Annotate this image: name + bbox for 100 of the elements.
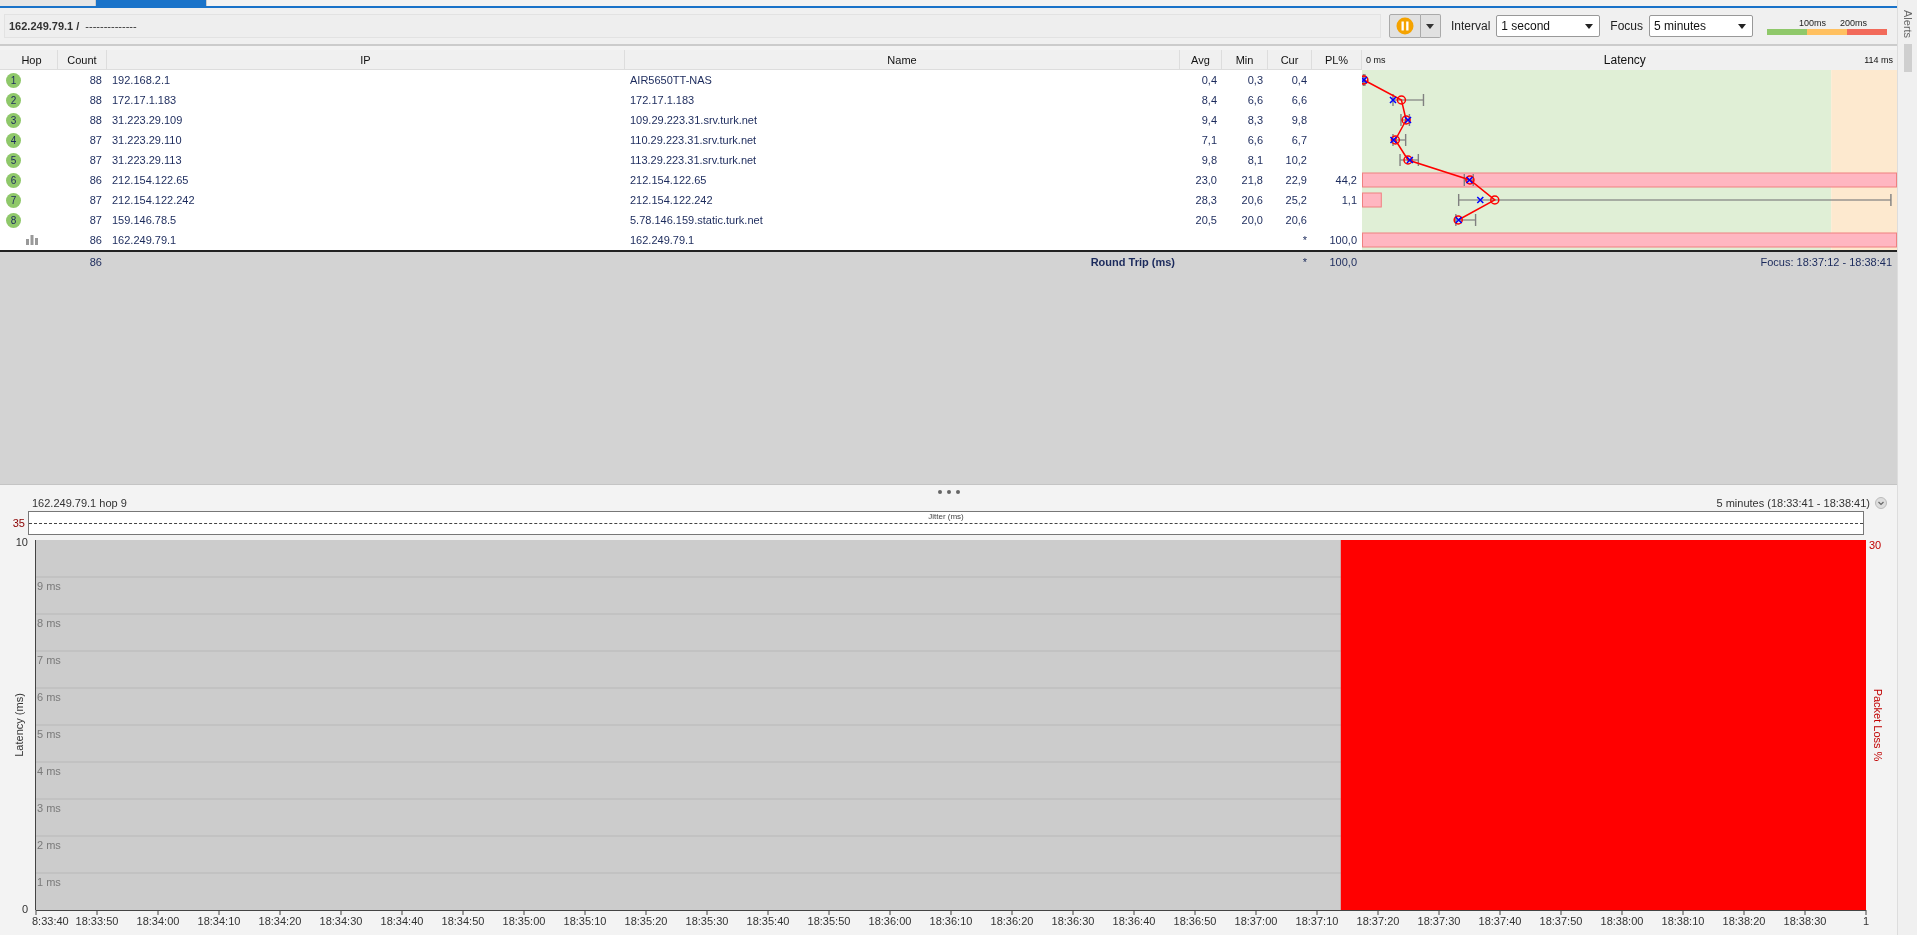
grip-icon[interactable] [937,490,960,494]
caret-icon [1426,23,1435,29]
range-line [1464,179,1474,181]
table-cell: 28,3 [1195,194,1217,206]
table-cell-text: 113.29.223.31.srv.turk.net [629,154,758,166]
table-cell-text: 31.223.29.113 [111,154,183,166]
detail-title: 162.249.79.1 hop 9 [32,497,127,509]
axis-label: 2 ms [37,839,61,851]
table-cell-text: 212.154.122.242 [629,194,714,206]
table-cell: 1,1 [1341,194,1357,206]
host-label: 162.249.79.1 / [9,20,80,32]
table-cell: 10,2 [1285,154,1307,166]
axis-label: 8 ms [37,617,61,629]
hop-badge: 7 [6,192,21,208]
axis-label: 18:34:10 [197,915,241,927]
table-cell-text: 88 [88,114,103,126]
column-header[interactable]: IP [107,50,625,69]
axis-label: 18:36:20 [990,915,1034,927]
axis-label: 18:35:20 [624,915,668,927]
axis-label: 18:34:50 [441,915,485,927]
table-cell-text: 86 [88,234,103,246]
hop-badge: 2 [6,92,21,108]
axis-label: 18:36:30 [1051,915,1095,927]
table-cell-text: 88 [88,74,103,86]
axis-label: 30 [1869,539,1882,551]
column-header[interactable]: Count [58,50,107,69]
focus-select[interactable]: 5 minutes [1649,15,1753,37]
table-cell-text: 162.249.79.1 [629,234,696,246]
column-header[interactable]: Hop [0,50,58,69]
axis-label: 18:38:10 [1661,915,1705,927]
table-cell: 21,8 [1241,174,1263,186]
table-cell: 9,8 [1201,154,1217,166]
table-cell: 9,4 [1201,114,1217,126]
table-cell: 20,6 [1285,214,1307,226]
table-cell: 22,9 [1285,174,1307,186]
column-header[interactable]: Cur [1268,50,1312,69]
axis-label: 18:37:40 [1478,915,1522,927]
table-cell: 100,0 [1329,234,1357,246]
table-cell: 6,6 [1247,94,1263,106]
axis-label: 18:36:50 [1173,915,1217,927]
column-header[interactable]: Min [1222,50,1268,69]
table-cell-text: 88 [88,94,103,106]
table-cell: 20,5 [1195,214,1217,226]
axis-title: Latency (ms) [13,693,25,757]
table-cell-text: AIR5650TT-NAS [629,74,713,86]
axis-label: 18:34:30 [319,915,363,927]
axis-label: 18:38:20 [1722,915,1766,927]
table-cell-text: 212.154.122.65 [111,174,190,186]
axis-label: 18:34:40 [380,915,424,927]
axis-label: 18:36:00 [868,915,912,927]
axis-label: 18:35:40 [746,915,790,927]
table-cell-text: 159.146.78.5 [111,214,178,226]
axis-label: 7 ms [37,654,61,666]
axis-label: 18:36:40 [1112,915,1156,927]
hop-badge: 3 [6,112,21,128]
axis-label: 18:33:50 [75,915,119,927]
table-cell-text: 31.223.29.109 [111,114,184,126]
table-cell: 8,3 [1247,114,1263,126]
column-header[interactable]: Avg [1180,50,1222,69]
table-cell-text: 162.249.79.1 [111,234,178,246]
bar-chart-icon[interactable] [26,235,38,245]
table-cell: 9,8 [1291,114,1307,126]
axis-label: 18:35:00 [502,915,546,927]
axis-label: 18:37:50 [1539,915,1583,927]
scrollbar-thumb[interactable] [1903,44,1912,73]
table-cell: 0,4 [1291,74,1307,86]
axis-label: 18:37:10 [1295,915,1339,927]
table-cell-text: 172.17.1.183 [629,94,696,106]
dropdown-icon[interactable] [1875,497,1887,509]
time-range: 5 minutes (18:33:41 - 18:38:41) [1716,497,1870,509]
hop-badge: 4 [6,132,21,148]
table-cell: 6,7 [1291,134,1307,146]
range-line [1393,99,1424,101]
hop-badge: 5 [6,152,21,168]
legend-label: 100ms [1799,17,1826,28]
alerts-tab[interactable]: Alerts [1901,10,1914,39]
hop-badge: 1 [6,72,21,88]
column-header[interactable]: Latency [1603,53,1646,67]
table-cell-text: 87 [88,154,103,166]
dropdown-button[interactable] [1420,14,1441,38]
table-cell-text: 172.17.1.183 [111,94,178,106]
table-cell: * [1302,234,1307,246]
axis-label: 18:34:20 [258,915,302,927]
caret-icon [1585,23,1594,29]
axis-label: 18:37:30 [1417,915,1461,927]
scale-label: 114 ms [1864,55,1893,65]
axis-label: 8:33:40 [32,915,69,927]
axis-label: 4 ms [37,765,61,777]
column-header[interactable]: Name [625,50,1180,69]
scale-label: 0 ms [1366,55,1386,65]
table-cell-text: 5.78.146.159.static.turk.net [629,214,764,226]
hop-badge: 6 [6,172,21,188]
interval-select[interactable]: 1 second [1496,15,1601,37]
path-label: -------------- [85,20,137,32]
table-cell-text: 109.29.223.31.srv.turk.net [629,114,758,126]
focus-label: Focus [1610,19,1643,33]
axis-label: 10 [15,537,28,548]
table-cell: 8,1 [1247,154,1263,166]
axis-label: 18:38:30 [1783,915,1827,927]
table-cell-text: 87 [88,194,103,206]
